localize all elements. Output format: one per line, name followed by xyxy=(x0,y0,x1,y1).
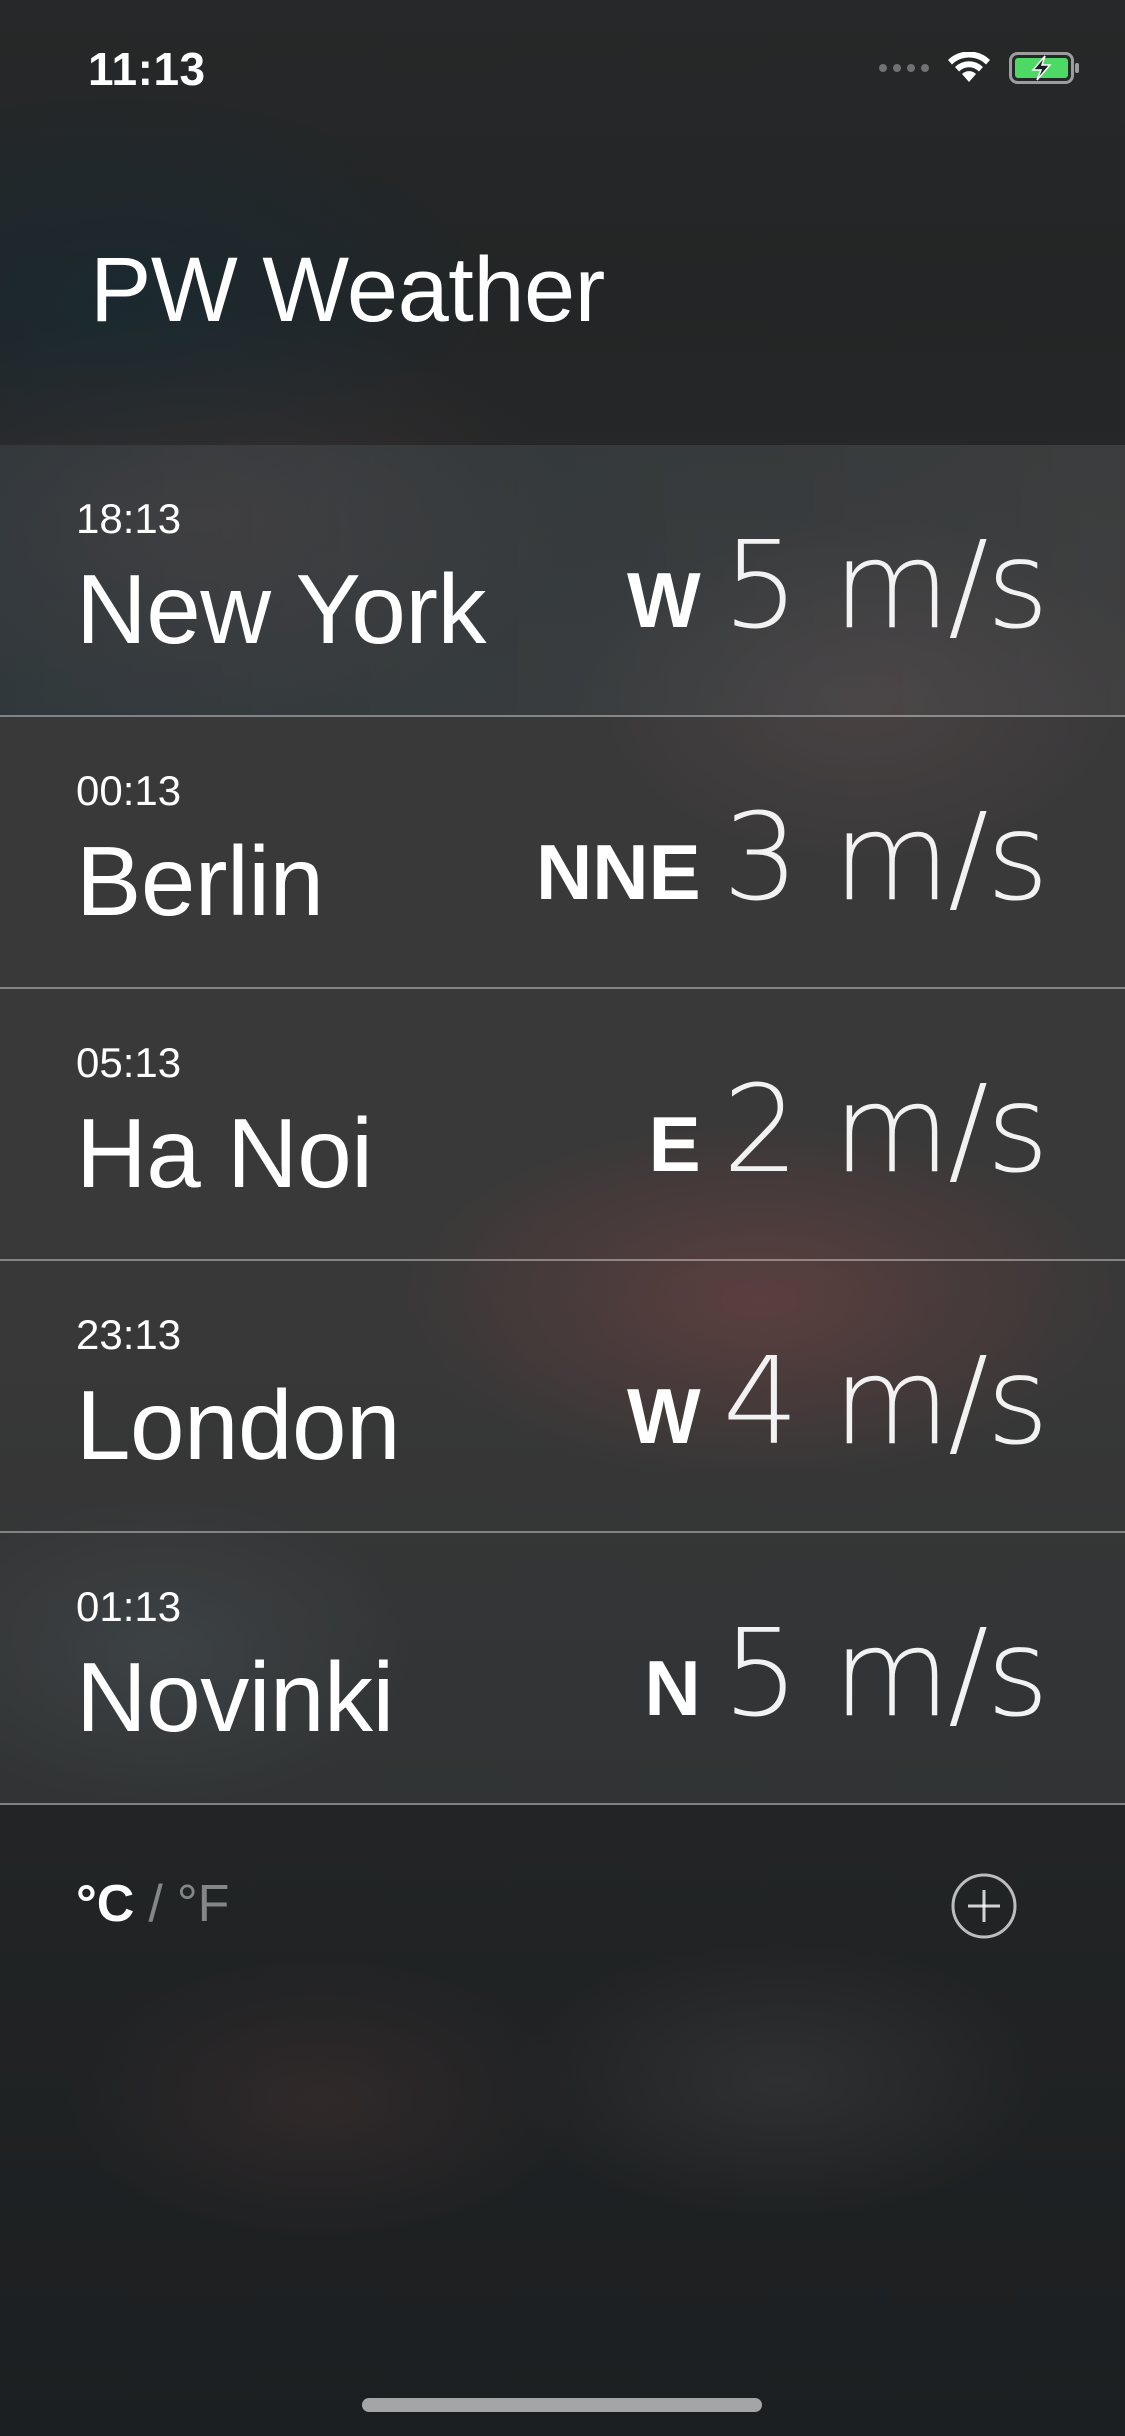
add-city-button[interactable] xyxy=(950,1872,1018,1940)
city-row-london[interactable]: 23:13 London W 4 m/s xyxy=(0,1261,1125,1533)
unit-separator: / xyxy=(148,1875,163,1933)
wind-info: NNE 3 m/s xyxy=(535,789,1049,928)
city-name: Berlin xyxy=(76,826,324,936)
wind-direction: N xyxy=(644,1644,701,1732)
wind-direction: E xyxy=(648,1100,701,1188)
wind-speed: 5 m/s xyxy=(722,1605,1049,1744)
wind-direction: W xyxy=(627,1372,701,1460)
home-indicator[interactable] xyxy=(362,2398,762,2412)
city-list: 18:13 New York W 5 m/s 00:13 Berlin NNE … xyxy=(0,445,1125,1805)
city-local-time: 00:13 xyxy=(76,767,182,814)
city-row-berlin[interactable]: 00:13 Berlin NNE 3 m/s xyxy=(0,717,1125,989)
city-local-time: 18:13 xyxy=(76,495,182,542)
wind-speed: 4 m/s xyxy=(722,1333,1049,1472)
city-name: New York xyxy=(76,554,487,664)
wind-speed: 3 m/s xyxy=(722,789,1049,928)
city-row-new-york[interactable]: 18:13 New York W 5 m/s xyxy=(0,445,1125,717)
status-bar: 11:13 xyxy=(0,0,1125,140)
wind-info: N 5 m/s xyxy=(644,1605,1049,1744)
wind-speed: 5 m/s xyxy=(722,517,1049,656)
city-row-ha-noi[interactable]: 05:13 Ha Noi E 2 m/s xyxy=(0,989,1125,1261)
wind-info: W 4 m/s xyxy=(627,1333,1049,1472)
wind-direction: W xyxy=(627,556,701,644)
wifi-icon xyxy=(948,52,990,82)
celsius-button[interactable]: °C xyxy=(76,1874,134,1934)
city-name: Novinki xyxy=(76,1642,394,1752)
city-local-time: 23:13 xyxy=(76,1311,182,1358)
status-time: 11:13 xyxy=(88,43,206,95)
weather-screen: 11:13 PW Weather 18:13 New York W 5 m/s … xyxy=(0,0,1125,2436)
fahrenheit-button[interactable]: °F xyxy=(177,1874,230,1934)
battery-charging-icon xyxy=(1009,52,1079,84)
wind-info: E 2 m/s xyxy=(648,1061,1049,1200)
page-title: PW Weather xyxy=(90,239,605,341)
city-local-time: 01:13 xyxy=(76,1583,182,1630)
footer-bar: °C / °F xyxy=(0,1804,1125,2004)
city-row-novinki[interactable]: 01:13 Novinki N 5 m/s xyxy=(0,1533,1125,1805)
wind-speed: 2 m/s xyxy=(722,1061,1049,1200)
signal-icon xyxy=(879,64,929,72)
wind-info: W 5 m/s xyxy=(627,517,1049,656)
city-local-time: 05:13 xyxy=(76,1039,182,1086)
city-name: Ha Noi xyxy=(76,1098,373,1208)
city-name: London xyxy=(76,1370,401,1480)
wind-direction: NNE xyxy=(535,828,701,916)
unit-toggle: °C / °F xyxy=(76,1874,229,1934)
status-icons xyxy=(879,52,1081,84)
